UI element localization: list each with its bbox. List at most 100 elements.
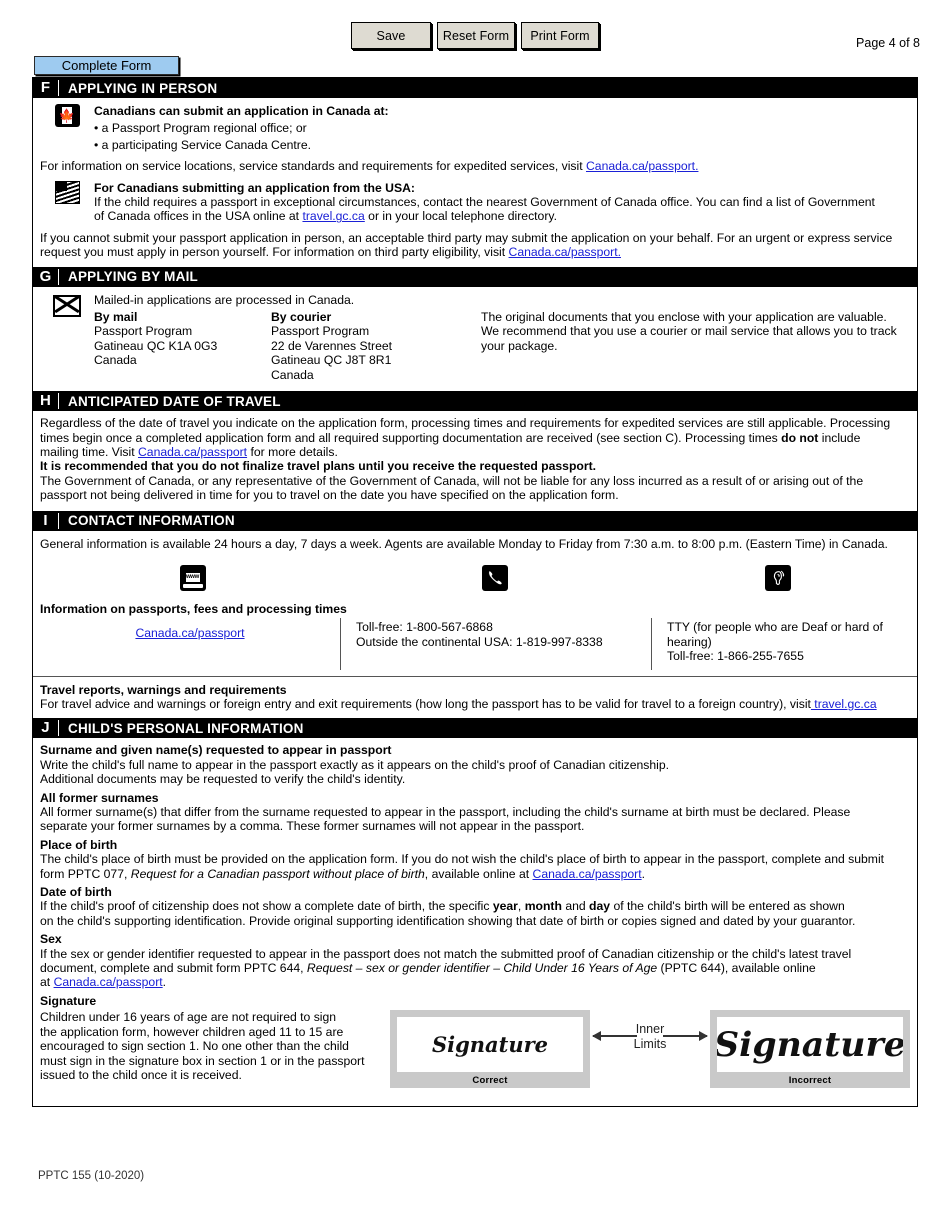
- travel-paragraph-line-2: times begin once a completed application…: [40, 431, 910, 445]
- www-monitor-icon: www: [179, 564, 206, 591]
- liability-line-2: passport not being delivered in time for…: [40, 488, 619, 503]
- envelope-icon-box: [40, 293, 94, 317]
- complete-form-button[interactable]: Complete Form: [34, 56, 179, 75]
- by-courier-line-4: Canada: [271, 367, 314, 382]
- section-j-title: CHILD'S PERSONAL INFORMATION: [68, 720, 304, 736]
- sex-line-2-b: (PPTC 644), available online: [657, 961, 816, 976]
- signature-heading: Signature: [40, 993, 97, 1008]
- section-i-letter: I: [33, 512, 59, 529]
- section-h-letter: H: [33, 393, 59, 410]
- signature-correct-example: Signature Correct: [390, 1010, 590, 1089]
- passport-info-heading: Information on passports, fees and proce…: [40, 601, 347, 616]
- canada-passport-link-6[interactable]: Canada.ca/passport: [54, 975, 163, 989]
- mailed-in-intro: Mailed-in applications are processed in …: [94, 292, 355, 307]
- phone-icon-cell: [345, 564, 645, 591]
- signature-correct-caption: Correct: [472, 1075, 508, 1087]
- canada-bullet-1: • a Passport Program regional office; or: [94, 121, 307, 136]
- sex-line-3: at Canada.ca/passport.: [40, 975, 910, 989]
- section-j-body: Surname and given name(s) requested to a…: [33, 738, 917, 1106]
- dob-month-bold: month: [524, 899, 562, 914]
- form-code-footer: PPTC 155 (10-2020): [38, 1170, 145, 1182]
- signature-incorrect-word: Signature: [717, 1024, 903, 1065]
- signature-incorrect-box: Signature: [717, 1017, 903, 1073]
- inner-limits-arrow-left-icon: [592, 1031, 637, 1042]
- dob-line-1-c: and: [561, 899, 590, 914]
- recommend-part-2: do not: [201, 459, 240, 474]
- signature-instructions: Children under 16 years of age are not r…: [40, 1010, 385, 1082]
- travel-gc-ca-link-2[interactable]: travel.gc.ca: [811, 697, 876, 711]
- section-f-body: 🍁 Canadians can submit an application in…: [33, 98, 917, 267]
- former-surnames-heading: All former surnames: [40, 790, 159, 805]
- usa-text-line-2: of Canada offices in the USA online at t…: [94, 209, 910, 223]
- tty-numbers-cell: TTY (for people who are Deaf or hard of …: [651, 618, 910, 670]
- canada-flag-icon-box: 🍁: [40, 104, 94, 127]
- signature-line-3: encouraged to sign section 1. No one oth…: [40, 1039, 349, 1054]
- signature-incorrect-example: Signature Incorrect: [710, 1010, 910, 1089]
- liability-line-1: The Government of Canada, or any represe…: [40, 473, 864, 488]
- pptc-077-title: Request for a Canadian passport without …: [130, 866, 425, 881]
- pptc-644-title: Request – sex or gender identifier – Chi…: [306, 961, 658, 976]
- canada-passport-link-4[interactable]: Canada.ca/passport: [135, 626, 244, 640]
- outside-usa-number: Outside the continental USA: 1-819-997-8…: [356, 634, 603, 649]
- by-mail-line-2: Gatineau QC K1A 0G3: [94, 338, 218, 353]
- mail-note-line-1: The original documents that you enclose …: [481, 310, 887, 325]
- canada-passport-link-5[interactable]: Canada.ca/passport: [533, 867, 642, 881]
- phone-numbers-cell: Toll-free: 1-800-567-6868 Outside the co…: [340, 618, 651, 670]
- section-g-header: G APPLYING BY MAIL: [33, 266, 917, 287]
- dob-line-1-b: ,: [517, 899, 525, 914]
- service-locations-text: For information on service locations, se…: [40, 159, 586, 174]
- signature-line-4: must sign in the signature box in sectio…: [40, 1053, 365, 1068]
- section-j-header: J CHILD'S PERSONAL INFORMATION: [33, 718, 917, 739]
- usa-heading: For Canadians submitting an application …: [94, 180, 415, 195]
- place-line-2-b: , available online at: [424, 866, 533, 881]
- contact-icons-row: www: [40, 564, 910, 591]
- canada-passport-link-2[interactable]: Canada.ca/passport.: [509, 245, 621, 259]
- by-mail-line-3: Canada: [94, 353, 137, 368]
- section-f-letter: F: [33, 80, 59, 96]
- dob-day-bold: day: [589, 899, 611, 914]
- travel-p1-e: for more details.: [247, 444, 338, 459]
- travel-do-not-bold: do not: [781, 430, 819, 445]
- signature-correct-box: Signature: [397, 1017, 583, 1073]
- date-of-birth-heading: Date of birth: [40, 885, 112, 900]
- surname-line-1: Write the child's full name to appear in…: [40, 757, 670, 772]
- by-courier-line-2: 22 de Varennes Street: [271, 338, 393, 353]
- sex-line-2-a: document, complete and submit form PPTC …: [40, 961, 307, 976]
- surname-line-2: Additional documents may be requested to…: [40, 772, 406, 787]
- section-i-body: General information is available 24 hour…: [33, 531, 917, 719]
- www-icon-label: www: [184, 571, 201, 583]
- travel-gc-ca-link-1[interactable]: travel.gc.ca: [302, 209, 364, 223]
- date-of-birth-line-1: If the child's proof of citizenship does…: [40, 899, 910, 913]
- web-link-cell: Canada.ca/passport: [40, 618, 340, 669]
- by-mail-column: By mail Passport Program Gatineau QC K1A…: [94, 310, 271, 382]
- canada-passport-link-1[interactable]: Canada.ca/passport.: [586, 159, 698, 173]
- canada-passport-link-3[interactable]: Canada.ca/passport: [138, 445, 247, 459]
- reset-form-button[interactable]: Reset Form: [437, 22, 515, 49]
- print-form-button[interactable]: Print Form: [521, 22, 599, 49]
- recommend-part-4: receive the requested passport.: [412, 459, 597, 474]
- dob-line-1-d: of the child's birth will be entered as …: [610, 899, 845, 914]
- tty-toll-free-number: Toll-free: 1-866-255-7655: [667, 649, 804, 664]
- sex-line-1: If the sex or gender identifier requeste…: [40, 946, 852, 961]
- sex-line-3-a: at: [40, 975, 54, 990]
- tty-description: TTY (for people who are Deaf or hard of …: [667, 620, 883, 649]
- by-mail-line-1: Passport Program: [94, 324, 193, 339]
- usa-text-line-1: If the child requires a passport in exce…: [94, 195, 875, 210]
- travel-reports-text: For travel advice and warnings or foreig…: [40, 697, 910, 711]
- place-line-2-a: form PPTC 077,: [40, 866, 131, 881]
- recommend-part-3: finalize travel plans until you: [239, 459, 413, 474]
- form-toolbar: Save Reset Form Print Form: [0, 22, 950, 52]
- by-courier-heading: By courier: [271, 310, 332, 325]
- third-party-line-1: If you cannot submit your passport appli…: [40, 230, 893, 245]
- section-h-header: H ANTICIPATED DATE OF TRAVEL: [33, 391, 917, 412]
- date-of-birth-line-2: on the child's supporting identification…: [40, 913, 856, 928]
- usa-flag-icon: [54, 180, 80, 204]
- section-f-title: APPLYING IN PERSON: [68, 80, 218, 96]
- travel-reports-heading: Travel reports, warnings and requirement…: [40, 682, 287, 697]
- travel-reports-block: Travel reports, warnings and requirement…: [33, 675, 917, 719]
- mail-note-line-3: your package.: [481, 338, 558, 353]
- save-button[interactable]: Save: [351, 22, 431, 49]
- place-of-birth-heading: Place of birth: [40, 837, 118, 852]
- place-of-birth-line-1: The child's place of birth must be provi…: [40, 852, 885, 867]
- dob-year-bold: year: [492, 899, 518, 914]
